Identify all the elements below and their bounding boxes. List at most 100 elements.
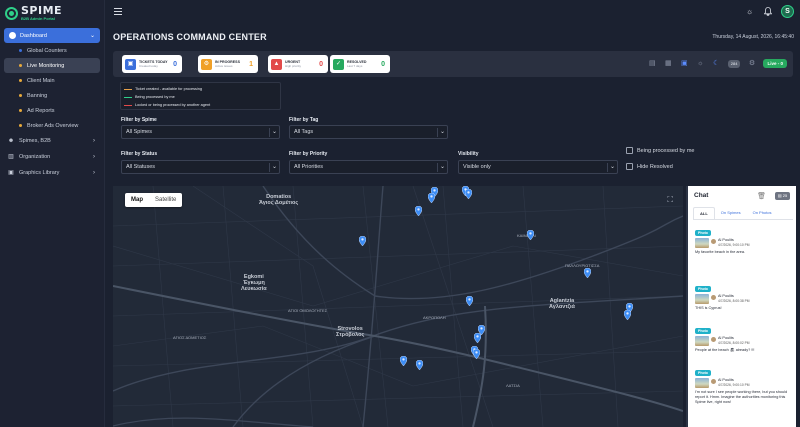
grid-icon[interactable]: ▦ [664, 59, 673, 68]
filter-status-label: Filter by Status [121, 151, 158, 157]
map-pin-icon[interactable] [416, 360, 423, 370]
sidebar-subitem[interactable]: Live Monitoring [4, 58, 100, 73]
check-icon: ✓ [333, 58, 344, 70]
photo-thumbnail[interactable] [695, 378, 709, 388]
fullscreen-icon[interactable]: ⛶ [667, 195, 673, 205]
chat-message[interactable]: Photo Al Poulits 4/7/2026, 9:00:10 PM I'm n… [695, 370, 791, 406]
people-icon: ☻ [7, 137, 15, 144]
message-text: My favorite beach in the area. [695, 250, 746, 254]
map-type-toggle[interactable]: Map Satellite [125, 193, 183, 207]
map-pin-icon[interactable] [359, 236, 366, 246]
photo-thumbnail[interactable] [695, 294, 709, 304]
photo-thumbnail[interactable] [695, 238, 709, 248]
map-view-icon[interactable]: ▣ [680, 59, 689, 68]
map-pin-icon[interactable] [527, 230, 534, 240]
legend-item: Being processed by me [124, 93, 277, 101]
satellite-tab[interactable]: Satellite [149, 193, 182, 207]
avatar [711, 295, 716, 300]
chat-tab-on-photos[interactable]: On Photos [747, 207, 778, 219]
chat-title: Chat [694, 192, 709, 199]
user-avatar[interactable]: S [781, 5, 794, 18]
sidebar-subitem[interactable]: Ad Reports [4, 103, 100, 118]
chat-message[interactable]: Photo Al Poulits 4/7/2026, 8:00:02 PM Peopl… [695, 328, 791, 353]
chat-message[interactable]: Photo Al Poulits 4/7/2026, 8:00:38 PM THIS … [695, 286, 791, 311]
filter-priority-select[interactable]: All Priorities ⌄ [289, 160, 448, 174]
sidebar-group[interactable]: ☻ Spimes, B2B › [4, 133, 100, 149]
map-pin-icon[interactable] [465, 189, 472, 199]
being-processed-checkbox[interactable]: Being processed by me [626, 147, 694, 154]
light-mode-icon[interactable]: ☼ [696, 59, 705, 68]
dark-mode-icon[interactable]: ☾ [712, 59, 721, 68]
wrench-icon: ⚙ [201, 58, 212, 70]
map-place-label: Strovolos Στρόβολος [336, 326, 365, 338]
map-pin-icon[interactable] [584, 268, 591, 278]
bullet-dot-icon [19, 109, 22, 112]
brand-name: SPIME [21, 4, 63, 17]
map-place-label: ΑΓΙΟΣ ΔΟΜΕΤΙΟΣ [173, 335, 207, 340]
bullet-dot-icon [19, 79, 22, 82]
chat-tab-on-spimes[interactable]: On Spimes [715, 207, 747, 219]
filter-spime-select[interactable]: All Spimes ⌄ [121, 125, 280, 139]
image-icon: ▣ [8, 169, 14, 176]
map-pin-icon[interactable] [428, 193, 435, 203]
sun-icon[interactable]: ☼ [745, 7, 754, 16]
sidebar-subitem[interactable]: Client Main [4, 73, 100, 88]
map-pin-icon[interactable] [466, 296, 473, 306]
brand-logo[interactable]: SPIME B2B Admin Portal [5, 5, 62, 21]
sidebar-group[interactable]: ▥ Organization › [4, 149, 100, 165]
stat-card[interactable]: ▣ TICKETS TODAY Created today 0 [122, 55, 182, 73]
sidebar-subitem-label: Banning [27, 92, 48, 99]
chat-tab-all[interactable]: ALL [693, 207, 715, 219]
sidebar: SPIME B2B Admin Portal Dashboard ⌄ Globa… [0, 0, 105, 427]
being-processed-label: Being processed by me [637, 147, 695, 154]
flame-icon: ▲ [271, 58, 282, 70]
map-tab[interactable]: Map [125, 193, 149, 207]
filter-spime-label: Filter by Spime [121, 117, 157, 123]
message-type-badge: Photo [695, 230, 711, 236]
stats-bar: ▣ TICKETS TODAY Created today 0 ⚙ IN PROGRESS… [113, 51, 793, 77]
sidebar-item-dashboard[interactable]: Dashboard ⌄ [4, 28, 100, 43]
bell-icon[interactable] [763, 7, 772, 16]
settings-gear-icon[interactable]: ⚙ [747, 59, 756, 68]
visibility-label: Visibility [458, 151, 479, 157]
hide-resolved-label: Hide Resolved [637, 163, 673, 170]
filter-status-select[interactable]: All Statuses ⌄ [121, 160, 280, 174]
filter-tag-select[interactable]: All Tags ⌄ [289, 125, 448, 139]
chat-count-button[interactable]: ▤ 25 [775, 192, 790, 200]
current-datetime: Thursday, 14 August, 2026, 16:45:40 [712, 34, 794, 40]
stat-value: 1 [249, 60, 253, 68]
chevron-right-icon: › [93, 138, 95, 144]
hide-resolved-checkbox[interactable]: Hide Resolved [626, 163, 673, 170]
sidebar-nav: Dashboard ⌄ Global Counters Live Monitori… [4, 28, 100, 181]
live-status-badge[interactable]: Live - 0 [763, 59, 787, 68]
checkbox-box[interactable] [626, 147, 633, 154]
map-pin-icon[interactable] [474, 333, 481, 343]
chat-panel: Chat 🗑 ▤ 25 ALL On Spimes On Photos Phot… [686, 186, 796, 427]
sidebar-subitem[interactable]: Banning [4, 88, 100, 103]
chat-message[interactable]: Photo Al Poulits 4/7/2026, 9:00:10 PM My fa… [695, 230, 791, 255]
sidebar-group[interactable]: ▣ Graphics Library › [4, 165, 100, 181]
hamburger-menu-icon[interactable] [114, 8, 122, 15]
map-view[interactable]: Map Satellite ⛶ Domatios Άγιος Δομέτιος E… [113, 186, 683, 427]
sidebar-subitem[interactable]: Global Counters [4, 43, 100, 58]
trash-icon[interactable]: 🗑 [757, 192, 766, 200]
filter-priority-value: All Priorities [294, 164, 324, 170]
legend-text: Locked or being processed by another age… [135, 103, 211, 107]
legend-line-icon [124, 96, 132, 98]
page-title: OPERATIONS COMMAND CENTER [113, 32, 267, 42]
chevron-down-icon: ⌄ [439, 164, 445, 170]
map-pin-icon[interactable] [624, 310, 631, 320]
stat-card[interactable]: ⚙ IN PROGRESS Active issues 1 [198, 55, 258, 73]
map-pin-icon[interactable] [415, 206, 422, 216]
map-pin-icon[interactable] [400, 356, 407, 366]
checkbox-box[interactable] [626, 163, 633, 170]
map-pin-icon[interactable] [473, 349, 480, 359]
visibility-select[interactable]: Visible only ⌄ [458, 160, 618, 174]
stat-card[interactable]: ▲ URGENT High priority 0 [268, 55, 328, 73]
sidebar-subitem[interactable]: Broker Ads Overview [4, 118, 100, 133]
filter-priority-label: Filter by Priority [289, 151, 328, 157]
stat-card[interactable]: ✓ RESOLVED Last 7 days 0 [330, 55, 390, 73]
inbox-icon[interactable]: ▤ [648, 59, 657, 68]
photo-thumbnail[interactable] [695, 336, 709, 346]
chevron-right-icon: › [93, 170, 95, 176]
